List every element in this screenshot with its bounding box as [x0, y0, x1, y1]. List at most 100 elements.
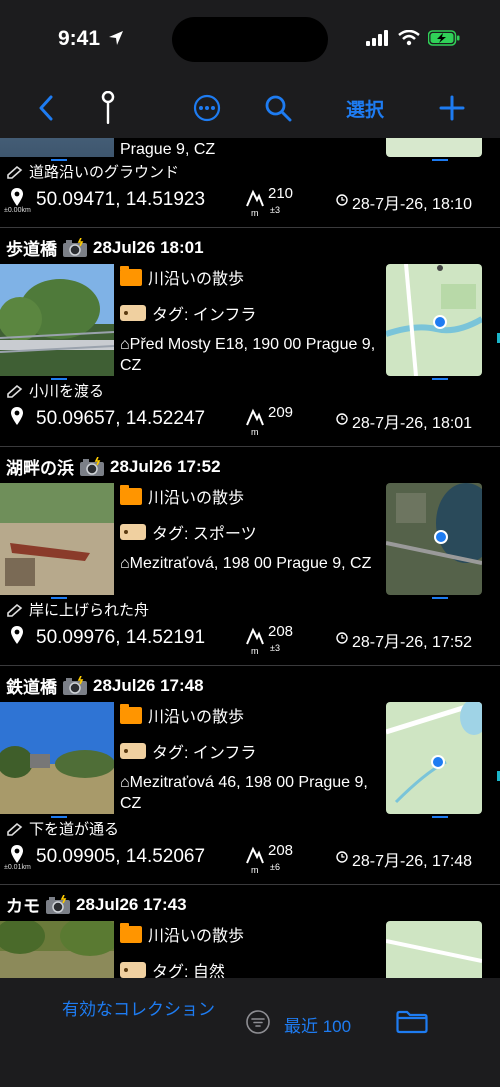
- tag-icon: [120, 743, 146, 759]
- entry-photo[interactable]: [0, 921, 114, 978]
- collection-row[interactable]: 川沿いの散歩: [120, 483, 382, 509]
- chevron-left-icon: [39, 95, 53, 121]
- altitude-unit: m: [251, 646, 259, 656]
- more-options-button[interactable]: [192, 90, 222, 126]
- search-button[interactable]: [263, 90, 293, 126]
- status-time: 9:41: [58, 27, 124, 51]
- note-text: 小川を渡る: [29, 383, 105, 400]
- altitude-unit: m: [251, 208, 259, 218]
- altitude-value: 209: [268, 404, 294, 421]
- entry-map-thumbnail[interactable]: [386, 702, 482, 814]
- active-collection-button[interactable]: 有効なコレクション: [62, 998, 232, 1022]
- entry-map-thumbnail[interactable]: [386, 921, 482, 978]
- add-button[interactable]: [438, 90, 466, 126]
- entry-address: Prague 9, CZ: [120, 141, 216, 158]
- folder-icon: [120, 922, 142, 943]
- entry-photo[interactable]: [0, 483, 114, 595]
- entry-photo[interactable]: [0, 264, 114, 376]
- accuracy-label: ±0.01km: [4, 864, 31, 871]
- entry-note: 道路沿いのグラウンド: [6, 161, 179, 182]
- clock-icon: [336, 632, 348, 644]
- filter-icon[interactable]: [246, 1010, 270, 1034]
- entry-note: 小川を渡る: [6, 380, 104, 401]
- altitude-value: 208: [268, 842, 294, 859]
- entry-datetime: 28-7月-26, 17:48: [352, 853, 473, 870]
- map-scroll-indicator: [432, 159, 448, 161]
- altitude-value: 210: [268, 185, 294, 202]
- entry-note: 岸に上げられた舟: [6, 599, 149, 620]
- location-pin-icon: [11, 188, 23, 206]
- list-item[interactable]: 湖畔の浜 28Jul26 17:52 川沿いの散歩 タグ: スポーツ ⌂Mezi: [0, 446, 500, 664]
- clock-icon: [336, 413, 348, 425]
- entry-datetime: 28-7月-26, 17:52: [352, 634, 473, 651]
- folder-icon[interactable]: [396, 1010, 428, 1034]
- entry-date: 28Jul26 17:52: [110, 456, 221, 476]
- tag-row[interactable]: タグ: インフラ: [120, 296, 382, 330]
- battery-charging-icon: [428, 30, 460, 46]
- tag-text: タグ: インフラ: [152, 307, 257, 324]
- pin-icon: [101, 91, 115, 124]
- coordinates: 50.09905, 14.52067: [36, 846, 206, 867]
- list-item[interactable]: 鉄道橋 28Jul26 17:48 川沿いの散歩 タグ: インフラ ⌂Mezit: [0, 665, 500, 883]
- entry-address: ⌂Mezitraťová 46, 198 00 Prague 9, CZ: [120, 774, 368, 812]
- coordinate-row: ±0.00km 50.09471, 14.51923 210 m ±3 28-7…: [0, 185, 500, 221]
- location-arrow-icon: [108, 31, 123, 45]
- coordinates: 50.09471, 14.51923: [36, 189, 206, 210]
- folder-icon: [120, 703, 142, 724]
- tag-row[interactable]: タグ: 自然: [120, 953, 382, 978]
- entry-map-thumbnail[interactable]: [386, 264, 482, 376]
- pencil-icon: [7, 384, 23, 398]
- note-text: 下を道が通る: [29, 821, 120, 838]
- tag-text: タグ: スポーツ: [152, 526, 257, 543]
- search-icon: [265, 95, 292, 122]
- entry-title: 湖畔の浜 28Jul26 17:52: [6, 454, 221, 479]
- entry-address: ⌂Před Mosty E18, 190 00 Prague 9, CZ: [120, 336, 376, 374]
- entry-title: 歩道橋 28Jul26 18:01: [6, 235, 204, 260]
- entry-info: Prague 9, CZ: [120, 138, 382, 160]
- collection-name: 川沿いの散歩: [148, 271, 245, 288]
- entry-address: ⌂Mezitraťová, 198 00 Prague 9, CZ: [120, 555, 372, 572]
- list-item[interactable]: Prague 9, CZ 道路沿いのグラウンド ±0.00km 50.09471…: [0, 138, 500, 227]
- back-button[interactable]: [34, 90, 58, 126]
- waypoint-list[interactable]: Prague 9, CZ 道路沿いのグラウンド ±0.00km 50.09471…: [0, 138, 500, 978]
- camera-flash-icon: [63, 237, 87, 257]
- collection-row[interactable]: 川沿いの散歩: [120, 702, 382, 728]
- location-pin-icon: [11, 407, 23, 425]
- location-pin-icon: [11, 626, 23, 644]
- map-pin-button[interactable]: [96, 90, 120, 126]
- entry-photo[interactable]: [0, 138, 114, 157]
- coordinate-row: 50.09976, 14.52191 208 m ±3 28-7月-26, 17…: [0, 623, 500, 659]
- pencil-icon: [7, 165, 23, 179]
- collection-row[interactable]: 川沿いの散歩: [120, 264, 382, 290]
- tag-row[interactable]: タグ: スポーツ: [120, 515, 382, 549]
- status-bar: 9:41: [0, 0, 500, 80]
- clock-text: 9:41: [58, 27, 101, 50]
- entry-date: 28Jul26 17:48: [93, 675, 204, 695]
- entry-date: 28Jul26 18:01: [93, 237, 204, 257]
- recent-filter-button[interactable]: 最近 100: [284, 1012, 351, 1037]
- tag-icon: [120, 962, 146, 978]
- camera-flash-icon: [63, 675, 87, 695]
- collection-name: 川沿いの散歩: [148, 928, 245, 945]
- select-button[interactable]: 選択: [344, 90, 386, 126]
- entry-map-thumbnail[interactable]: [386, 138, 482, 157]
- list-item[interactable]: カモ 28Jul26 17:43 川沿いの散歩 タグ: 自然: [0, 884, 500, 978]
- collection-row[interactable]: 川沿いの散歩: [120, 921, 382, 947]
- entry-map-thumbnail[interactable]: [386, 483, 482, 595]
- map-scroll-indicator: [432, 378, 448, 380]
- accuracy-label: ±0.00km: [4, 207, 31, 214]
- tag-icon: [120, 524, 146, 540]
- tag-row[interactable]: タグ: インフラ: [120, 734, 382, 768]
- list-item[interactable]: 歩道橋 28Jul26 18:01 川沿いの散歩 タグ: インフラ ⌂Před …: [0, 227, 500, 445]
- cellular-signal-icon: [366, 30, 388, 46]
- map-scroll-indicator: [432, 816, 448, 818]
- entry-info: 川沿いの散歩 タグ: スポーツ ⌂Mezitraťová, 198 00 Pra…: [120, 483, 382, 574]
- altitude-value: 208: [268, 623, 294, 640]
- ellipsis-circle-icon: [193, 94, 221, 122]
- altitude-accuracy: ±3: [270, 643, 280, 653]
- tag-text: タグ: インフラ: [152, 745, 257, 762]
- entry-photo[interactable]: [0, 702, 114, 814]
- pencil-icon: [7, 603, 23, 617]
- collection-name: 川沿いの散歩: [148, 490, 245, 507]
- note-text: 岸に上げられた舟: [29, 602, 150, 619]
